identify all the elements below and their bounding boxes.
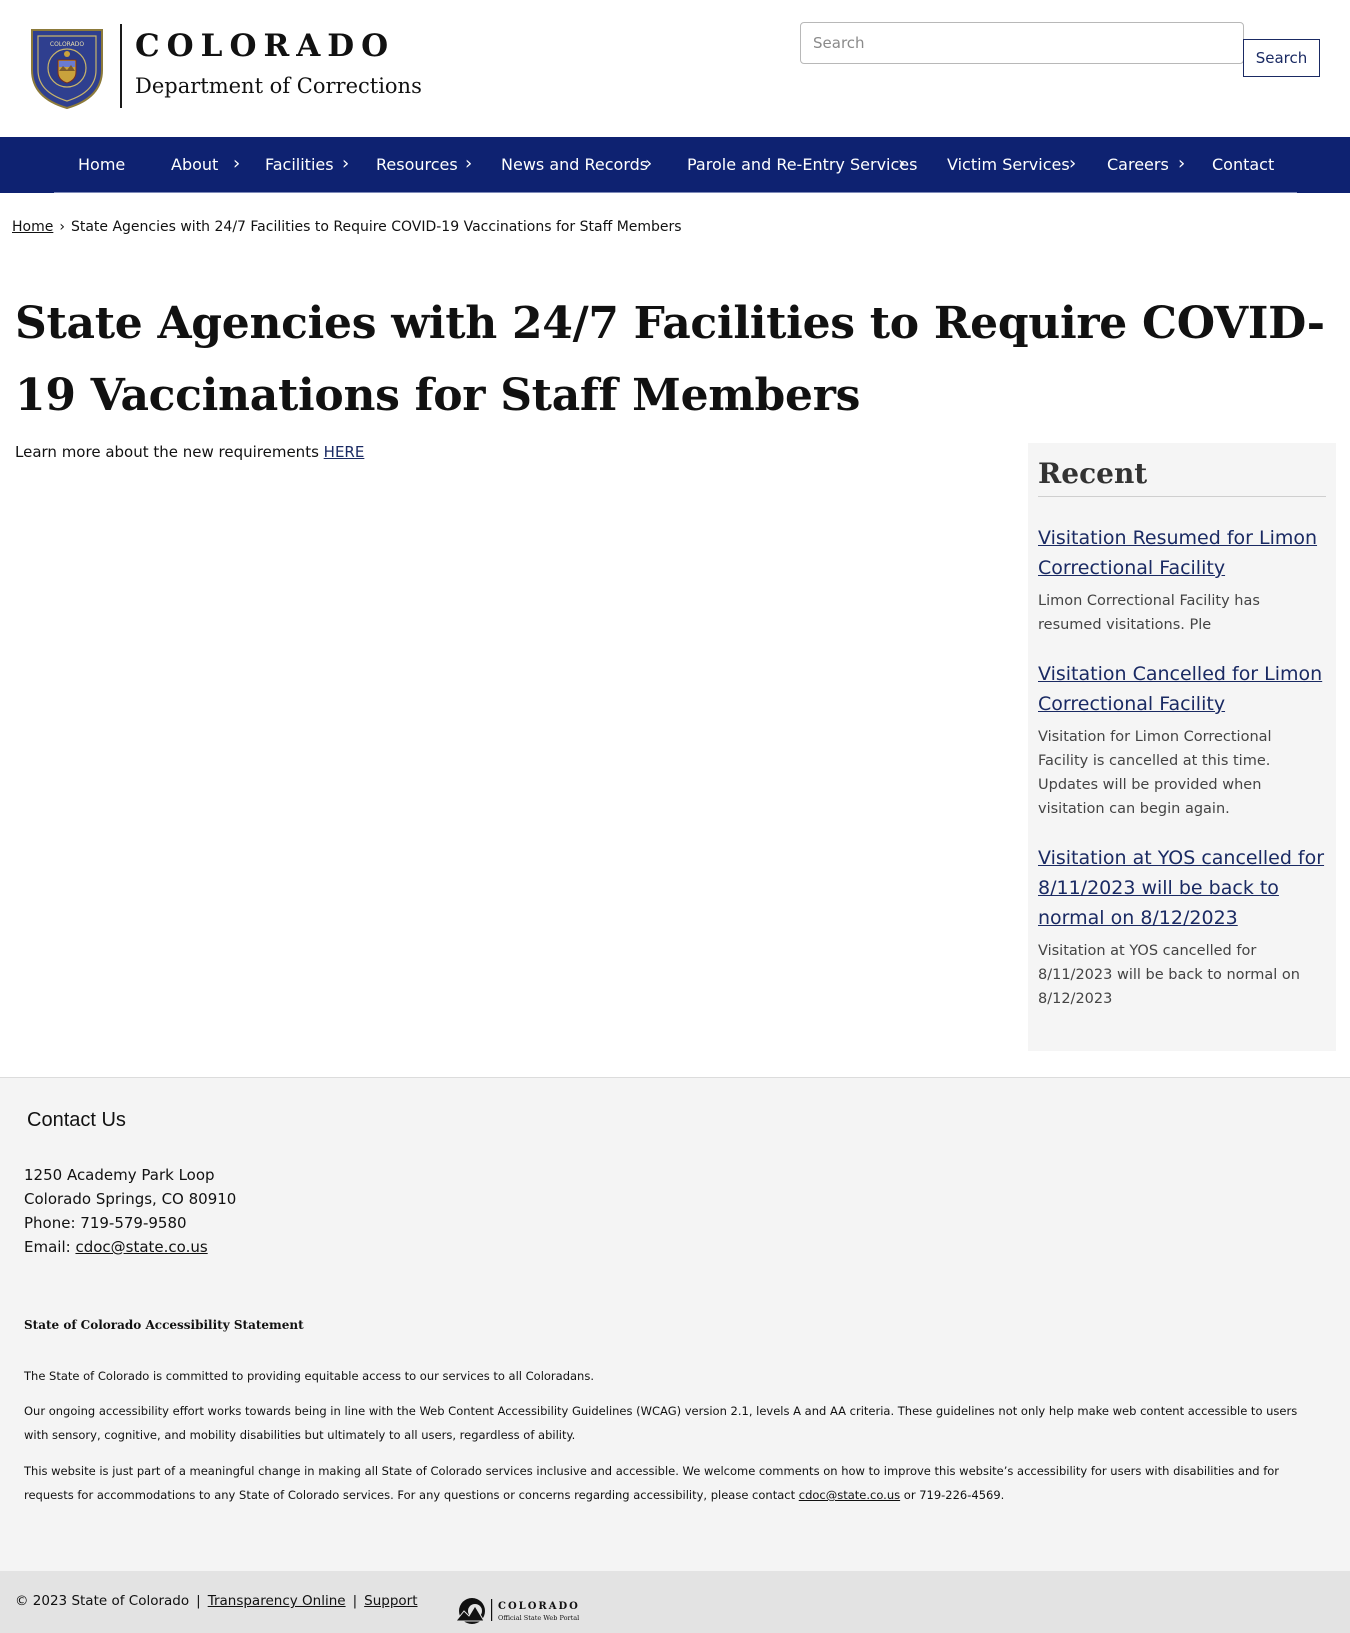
contact-info: 1250 Academy Park Loop Colorado Springs,… bbox=[24, 1163, 236, 1259]
transparency-online-link[interactable]: Transparency Online bbox=[208, 1593, 346, 1609]
nav-item-parole-and-reentry[interactable]: Parole and Re-Entry Services bbox=[687, 137, 917, 193]
intro-text: Learn more about the new requirements bbox=[15, 443, 319, 461]
search-input[interactable] bbox=[800, 22, 1244, 64]
list-item: Visitation Resumed for Limon Correctiona… bbox=[1038, 523, 1326, 637]
chevron-right-icon[interactable]: › bbox=[898, 137, 905, 193]
email-row: Email: cdoc@state.co.us bbox=[24, 1235, 236, 1259]
intro-here-link[interactable]: HERE bbox=[324, 443, 365, 461]
chevron-right-icon[interactable]: › bbox=[1069, 137, 1076, 193]
contact-heading: Contact Us bbox=[27, 1109, 126, 1131]
recent-item-link[interactable]: Visitation at YOS cancelled for 8/11/202… bbox=[1038, 843, 1326, 933]
email-link[interactable]: cdoc@state.co.us bbox=[75, 1238, 207, 1256]
email-label: Email: bbox=[24, 1238, 71, 1256]
nav-item-news-and-records[interactable]: News and Records bbox=[501, 137, 648, 193]
brand-department-name[interactable]: Department of Corrections bbox=[135, 74, 422, 98]
page-title: State Agencies with 24/7 Facilities to R… bbox=[15, 298, 1325, 421]
list-item: Visitation Cancelled for Limon Correctio… bbox=[1038, 659, 1326, 821]
phone-number: Phone: 719-579-9580 bbox=[24, 1214, 187, 1232]
accessibility-paragraph-2: Our ongoing accessibility effort works t… bbox=[24, 1404, 1298, 1442]
chevron-right-icon[interactable]: › bbox=[342, 137, 349, 193]
colorado-portal-logo[interactable]: COLORADO Official State Web Portal bbox=[454, 1594, 594, 1626]
nav-item-victim-services[interactable]: Victim Services bbox=[947, 137, 1070, 193]
breadcrumb-home-link[interactable]: Home bbox=[12, 219, 53, 235]
separator: | bbox=[196, 1593, 201, 1609]
accessibility-heading: State of Colorado Accessibility Statemen… bbox=[24, 1318, 304, 1332]
site-header: COLORADO COLORADO Department of Correcti… bbox=[0, 0, 1350, 137]
intro-paragraph: Learn more about the new requirements HE… bbox=[15, 443, 364, 461]
recent-item-link[interactable]: Visitation Resumed for Limon Correctiona… bbox=[1038, 523, 1326, 583]
list-item: Visitation at YOS cancelled for 8/11/202… bbox=[1038, 843, 1326, 1011]
recent-item-snippet: Visitation for Limon Correctional Facili… bbox=[1038, 729, 1272, 817]
nav-item-facilities[interactable]: Facilities bbox=[265, 137, 334, 193]
nav-item-contact[interactable]: Contact bbox=[1212, 137, 1274, 193]
nav-item-careers[interactable]: Careers bbox=[1107, 137, 1169, 193]
chevron-right-icon[interactable]: › bbox=[465, 137, 472, 193]
recent-list: Visitation Resumed for Limon Correctiona… bbox=[1038, 523, 1326, 1011]
recent-item-snippet: Visitation at YOS cancelled for 8/11/202… bbox=[1038, 943, 1300, 1007]
accessibility-paragraph-1: The State of Colorado is committed to pr… bbox=[24, 1369, 594, 1383]
nav-item-home[interactable]: Home bbox=[78, 137, 125, 193]
breadcrumb-current: State Agencies with 24/7 Facilities to R… bbox=[70, 219, 682, 235]
separator: | bbox=[352, 1593, 358, 1609]
recent-sidebar: Recent Visitation Resumed for Limon Corr… bbox=[1028, 443, 1336, 1051]
bottom-links: © 2023 State of Colorado | Transparency On… bbox=[15, 1593, 418, 1609]
chevron-right-icon[interactable]: › bbox=[645, 137, 652, 193]
nav-item-about[interactable]: About bbox=[171, 137, 218, 193]
search-button[interactable]: Search bbox=[1243, 39, 1320, 77]
support-link[interactable]: Support bbox=[364, 1593, 417, 1609]
portal-logo-title: COLORADO bbox=[498, 1601, 580, 1612]
chevron-right-icon[interactable]: › bbox=[233, 137, 240, 193]
chevron-right-icon[interactable]: › bbox=[1178, 137, 1185, 193]
breadcrumb-separator: › bbox=[59, 219, 65, 235]
doc-seal-logo[interactable]: COLORADO bbox=[28, 24, 106, 110]
brand-state-name[interactable]: COLORADO bbox=[135, 28, 395, 64]
accessibility-paragraph-3-text: This website is just part of a meaningfu… bbox=[24, 1464, 1280, 1502]
breadcrumb: Home › State Agencies with 24/7 Facilities… bbox=[12, 219, 682, 235]
portal-logo-subtitle: Official State Web Portal bbox=[498, 1614, 579, 1622]
copyright-text: © 2023 State of Colorado bbox=[15, 1593, 190, 1609]
address-line-1: 1250 Academy Park Loop bbox=[24, 1166, 215, 1184]
recent-item-link[interactable]: Visitation Cancelled for Limon Correctio… bbox=[1038, 659, 1326, 719]
accessibility-paragraph-3-tail: or 719-226-4569. bbox=[903, 1488, 1005, 1502]
accessibility-email-link[interactable]: cdoc@state.co.us bbox=[799, 1488, 900, 1502]
brand-divider bbox=[120, 24, 122, 108]
svg-text:COLORADO: COLORADO bbox=[50, 41, 84, 48]
nav-item-resources[interactable]: Resources bbox=[376, 137, 458, 193]
address-line-2: Colorado Springs, CO 80910 bbox=[24, 1190, 237, 1208]
recent-heading: Recent bbox=[1038, 457, 1326, 497]
recent-item-snippet: Limon Correctional Facility has resumed … bbox=[1038, 593, 1260, 633]
accessibility-paragraph-3: This website is just part of a meaningfu… bbox=[24, 1459, 1304, 1507]
